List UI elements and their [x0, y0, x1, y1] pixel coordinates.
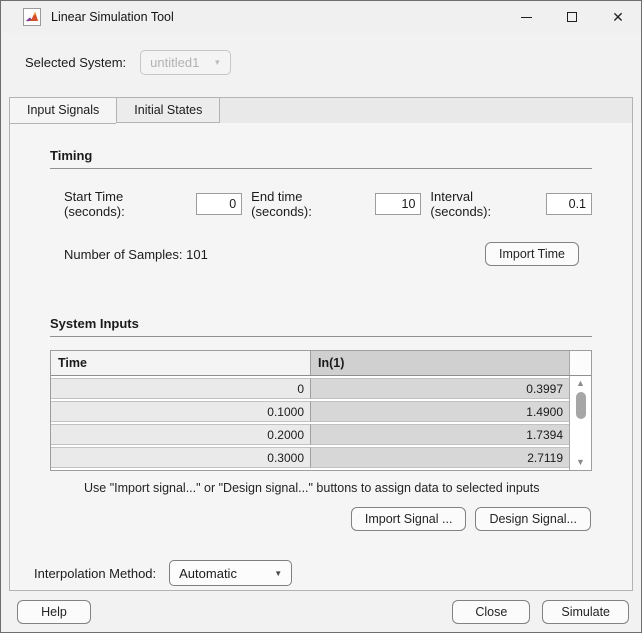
start-time-field: Start Time (seconds): [64, 189, 242, 219]
table-cell-in1[interactable]: 1.4900 [311, 401, 569, 422]
selected-system-row: Selected System: untitled1 ▼ [25, 49, 641, 75]
timing-section-title: Timing [50, 148, 592, 163]
table-cell-in1[interactable]: 1.7394 [311, 424, 569, 445]
selected-system-dropdown: untitled1 ▼ [140, 50, 231, 75]
timing-section-rule [50, 168, 592, 169]
tab-initial-states-label: Initial States [134, 103, 202, 117]
table-cell-in1[interactable]: 2.7119 [311, 447, 569, 468]
table-row: 0.2000 1.7394 [51, 424, 569, 445]
tab-initial-states[interactable]: Initial States [116, 97, 220, 123]
chevron-down-icon: ▼ [213, 58, 221, 67]
system-inputs-table: Time In(1) 0 0.3997 0.1000 1.4900 [50, 350, 592, 471]
minimize-button[interactable] [503, 1, 549, 33]
title-bar: Linear Simulation Tool ✕ [1, 1, 641, 33]
interpolation-row: Interpolation Method: Automatic ▼ [34, 560, 632, 586]
design-signal-button[interactable]: Design Signal... [475, 507, 591, 531]
scrollbar-header-spacer [569, 351, 591, 375]
footer-bar: Help Close Simulate [1, 591, 641, 632]
selected-system-label: Selected System: [25, 55, 126, 70]
scroll-up-icon[interactable]: ▲ [576, 379, 585, 388]
close-window-button[interactable]: ✕ [595, 1, 641, 33]
end-time-label: End time (seconds): [251, 189, 366, 219]
close-icon: ✕ [612, 9, 624, 26]
system-inputs-section-title: System Inputs [50, 316, 592, 331]
start-time-input[interactable] [196, 193, 242, 215]
interpolation-method-dropdown[interactable]: Automatic ▼ [169, 560, 292, 586]
tab-area: Input Signals Initial States Timing Star… [9, 97, 633, 591]
table-row: 0.1000 1.4900 [51, 401, 569, 422]
simulate-button[interactable]: Simulate [542, 600, 629, 624]
scrollbar-thumb[interactable] [576, 392, 586, 419]
tab-input-signals[interactable]: Input Signals [9, 97, 116, 124]
input-signals-panel: Timing Start Time (seconds): End time (s… [9, 122, 633, 591]
minimize-icon [521, 17, 532, 18]
table-header-row: Time In(1) [51, 351, 591, 376]
number-of-samples-text: Number of Samples: 101 [64, 247, 208, 262]
table-cell-time[interactable]: 0.3000 [51, 447, 311, 468]
end-time-input[interactable] [375, 193, 421, 215]
tab-strip: Input Signals Initial States [9, 97, 633, 123]
start-time-label: Start Time (seconds): [64, 189, 187, 219]
window-controls: ✕ [503, 1, 641, 33]
maximize-icon [567, 12, 577, 22]
signal-buttons-row: Import Signal ... Design Signal... [10, 507, 591, 531]
timing-fields-row: Start Time (seconds): End time (seconds)… [64, 189, 592, 219]
samples-row: Number of Samples: 101 Import Time [64, 242, 579, 266]
import-signal-button[interactable]: Import Signal ... [351, 507, 467, 531]
linear-simulation-tool-window: Linear Simulation Tool ✕ Selected System… [0, 0, 642, 633]
import-time-button[interactable]: Import Time [485, 242, 579, 266]
help-button[interactable]: Help [17, 600, 91, 624]
maximize-button[interactable] [549, 1, 595, 33]
interval-input[interactable] [546, 193, 592, 215]
matlab-icon [23, 8, 41, 26]
column-header-in1[interactable]: In(1) [311, 351, 569, 375]
tab-strip-filler [220, 97, 633, 123]
footer-right-buttons: Close Simulate [452, 600, 629, 624]
table-row: 0.3000 2.7119 [51, 447, 569, 468]
column-header-time[interactable]: Time [51, 351, 311, 375]
interpolation-method-value: Automatic [179, 566, 237, 581]
table-rows: 0 0.3997 0.1000 1.4900 0.2000 1.7394 0 [51, 376, 569, 470]
interpolation-method-label: Interpolation Method: [34, 566, 156, 581]
table-body: 0 0.3997 0.1000 1.4900 0.2000 1.7394 0 [51, 376, 591, 470]
table-cell-in1[interactable]: 0.3997 [311, 378, 569, 399]
table-cell-time[interactable]: 0.2000 [51, 424, 311, 445]
interval-field: Interval (seconds): [430, 189, 592, 219]
table-cell-time[interactable]: 0 [51, 378, 311, 399]
tab-input-signals-label: Input Signals [27, 103, 99, 117]
assign-data-hint-text: Use "Import signal..." or "Design signal… [84, 481, 592, 495]
selected-system-value: untitled1 [150, 55, 199, 70]
chevron-down-icon: ▼ [274, 569, 282, 578]
scroll-down-icon[interactable]: ▼ [576, 458, 585, 467]
table-row: 0 0.3997 [51, 378, 569, 399]
system-inputs-section-rule [50, 336, 592, 337]
end-time-field: End time (seconds): [251, 189, 421, 219]
close-button[interactable]: Close [452, 600, 530, 624]
table-scrollbar[interactable]: ▲ ▼ [569, 376, 591, 470]
interval-label: Interval (seconds): [430, 189, 537, 219]
table-cell-time[interactable]: 0.1000 [51, 401, 311, 422]
window-title: Linear Simulation Tool [51, 10, 174, 24]
